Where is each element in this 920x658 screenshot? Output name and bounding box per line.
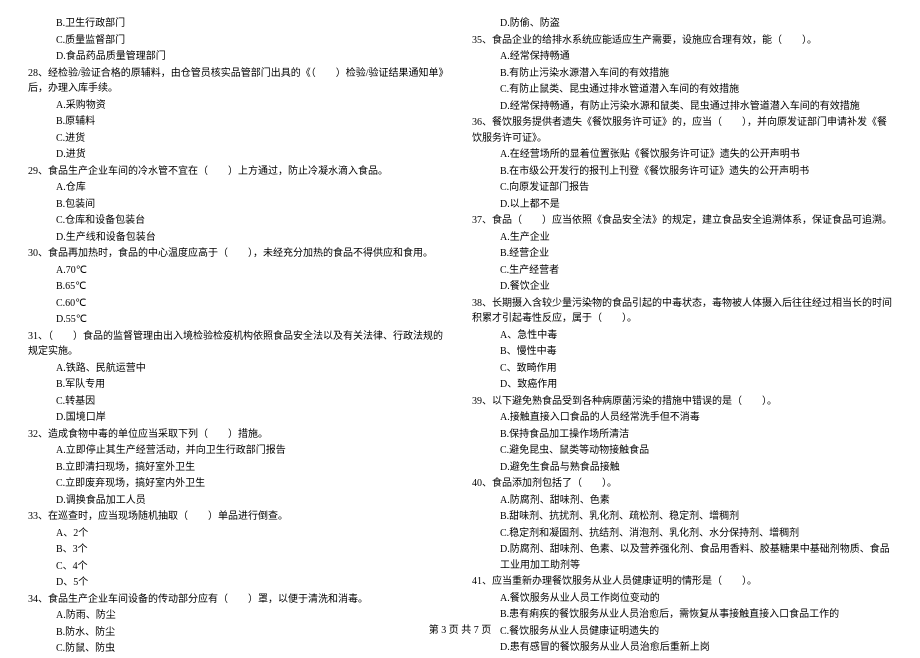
option-line: B.立即清扫现场，搞好室外卫生 [28, 460, 448, 476]
option-line: D.生产线和设备包装台 [28, 230, 448, 246]
option-line: C.向原发证部门报告 [472, 180, 892, 196]
option-line: D.55℃ [28, 312, 448, 328]
option-line: C.防鼠、防虫 [28, 641, 448, 657]
right-column: D.防偷、防盗35、食品企业的给排水系统应能适应生产需要，设施应合理有效，能（ … [472, 16, 892, 658]
option-line: D.国境口岸 [28, 410, 448, 426]
option-line: B.经营企业 [472, 246, 892, 262]
option-line: C、4个 [28, 559, 448, 575]
option-line: A.铁路、民航运营中 [28, 361, 448, 377]
option-line: A、急性中毒 [472, 328, 892, 344]
option-line: B、3个 [28, 542, 448, 558]
option-line: A.立即停止其生产经营活动，并向卫生行政部门报告 [28, 443, 448, 459]
option-line: B.卫生行政部门 [28, 16, 448, 32]
option-line: D.经常保持畅通，有防止污染水源和鼠类、昆虫通过排水管道潜入车间的有效措施 [472, 99, 892, 115]
option-line: C.质量监督部门 [28, 33, 448, 49]
option-line: B.军队专用 [28, 377, 448, 393]
page-footer: 第 3 页 共 7 页 [0, 623, 920, 639]
option-line: A.在经营场所的显着位置张贴《餐饮服务许可证》遗失的公开声明书 [472, 147, 892, 163]
option-line: D.防偷、防盗 [472, 16, 892, 32]
option-line: D.调换食品加工人员 [28, 493, 448, 509]
left-column: B.卫生行政部门C.质量监督部门D.食品药品质量管理部门28、经检验/验证合格的… [28, 16, 448, 658]
option-line: A.采购物资 [28, 98, 448, 114]
option-line: D.以上都不是 [472, 197, 892, 213]
option-line: B.甜味剂、抗扰剂、乳化剂、疏松剂、稳定剂、增稠剂 [472, 509, 892, 525]
option-line: A.防雨、防尘 [28, 608, 448, 624]
option-line: B.65℃ [28, 279, 448, 295]
option-line: B.原辅料 [28, 114, 448, 130]
question-stem: 28、经检验/验证合格的原辅料，由仓管员核实品管部门出具的《（ ）检验/验证结果… [28, 66, 448, 97]
question-stem: 40、食品添加剂包括了（ ）。 [472, 476, 892, 492]
question-stem: 29、食品生产企业车间的冷水管不宜在（ ）上方通过，防止冷凝水滴入食品。 [28, 164, 448, 180]
option-line: D.避免生食品与熟食品接触 [472, 460, 892, 476]
option-line: D.进货 [28, 147, 448, 163]
question-stem: 31、（ ）食品的监督管理由出入境检验检疫机构依照食品安全法以及有关法律、行政法… [28, 329, 448, 360]
option-line: B.有防止污染水源潜入车间的有效措施 [472, 66, 892, 82]
question-stem: 34、食品生产企业车间设备的传动部分应有（ ）罩，以便于清洗和消毒。 [28, 592, 448, 608]
option-line: D.餐饮企业 [472, 279, 892, 295]
option-line: A.仓库 [28, 180, 448, 196]
question-stem: 32、造成食物中毒的单位应当采取下列（ ）措施。 [28, 427, 448, 443]
option-line: A.经常保持畅通 [472, 49, 892, 65]
option-line: C.转基因 [28, 394, 448, 410]
question-stem: 35、食品企业的给排水系统应能适应生产需要，设施应合理有效，能（ ）。 [472, 33, 892, 49]
option-line: C、致畸作用 [472, 361, 892, 377]
option-line: A.70℃ [28, 263, 448, 279]
option-line: B、慢性中毒 [472, 344, 892, 360]
option-line: C.仓库和设备包装台 [28, 213, 448, 229]
question-stem: 33、在巡查时，应当现场随机抽取（ ）单品进行倒查。 [28, 509, 448, 525]
option-line: C.立即废弃现场，搞好室内外卫生 [28, 476, 448, 492]
option-line: A.生产企业 [472, 230, 892, 246]
question-stem: 37、食品（ ）应当依照《食品安全法》的规定，建立食品安全追溯体系，保证食品可追… [472, 213, 892, 229]
option-line: B.在市级公开发行的报刊上刊登《餐饮服务许可证》遗失的公开声明书 [472, 164, 892, 180]
option-line: B.患有痢疾的餐饮服务从业人员治愈后，需恢复从事接触直接入口食品工作的 [472, 607, 892, 623]
option-line: D.防腐剂、甜味剂、色素、以及营养强化剂、食品用香料、胶基糖果中基础剂物质、食品… [472, 542, 892, 573]
question-stem: 30、食品再加热时，食品的中心温度应高于（ ），未经充分加热的食品不得供应和食用… [28, 246, 448, 262]
option-line: D、致癌作用 [472, 377, 892, 393]
option-line: C.稳定剂和凝固剂、抗结剂、消泡剂、乳化剂、水分保持剂、增稠剂 [472, 526, 892, 542]
option-line: C.避免昆虫、鼠类等动物接触食品 [472, 443, 892, 459]
option-line: C.生产经营者 [472, 263, 892, 279]
option-line: D.食品药品质量管理部门 [28, 49, 448, 65]
question-stem: 38、长期摄入含较少量污染物的食品引起的中毒状态，毒物被人体摄入后往往经过相当长… [472, 296, 892, 327]
option-line: A.餐饮服务从业人员工作岗位变动的 [472, 591, 892, 607]
option-line: A.防腐剂、甜味剂、色素 [472, 493, 892, 509]
option-line: C.进货 [28, 131, 448, 147]
question-stem: 36、餐饮服务提供者遗失《餐饮服务许可证》的，应当（ ），并向原发证部门申请补发… [472, 115, 892, 146]
option-line: D.患有感冒的餐饮服务从业人员治愈后重新上岗 [472, 640, 892, 656]
option-line: C.有防止鼠类、昆虫通过排水管道潜入车间的有效措施 [472, 82, 892, 98]
option-line: B.保持食品加工操作场所清洁 [472, 427, 892, 443]
option-line: B.包装间 [28, 197, 448, 213]
option-line: C.60℃ [28, 296, 448, 312]
option-line: A、2个 [28, 526, 448, 542]
option-line: A.接触直接入口食品的人员经常洗手但不消毒 [472, 410, 892, 426]
question-stem: 39、以下避免熟食品受到各种病原菌污染的措施中错误的是（ ）。 [472, 394, 892, 410]
option-line: D、5个 [28, 575, 448, 591]
question-stem: 41、应当重新办理餐饮服务从业人员健康证明的情形是（ ）。 [472, 574, 892, 590]
